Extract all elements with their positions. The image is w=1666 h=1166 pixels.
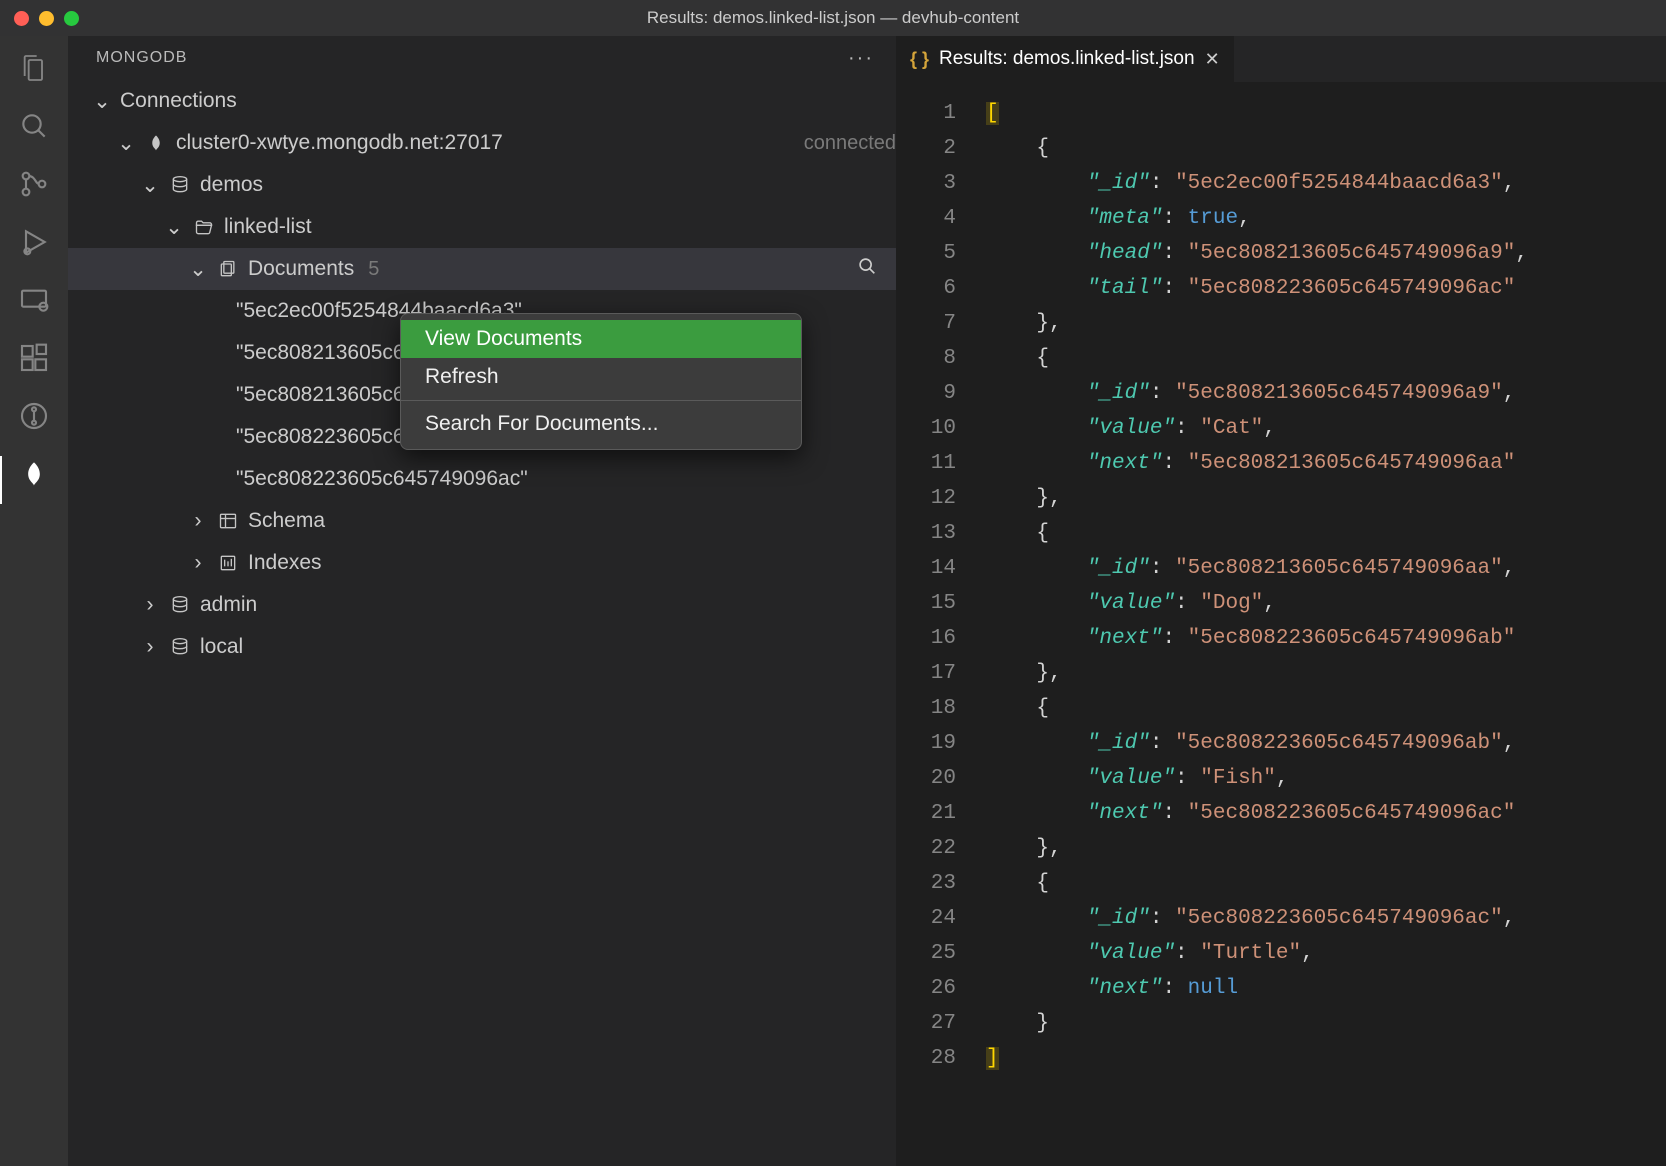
run-debug-icon[interactable] [16, 224, 52, 260]
database-icon [168, 637, 192, 657]
menu-refresh[interactable]: Refresh [401, 358, 801, 396]
extensions-icon[interactable] [16, 340, 52, 376]
chevron-down-icon: ⌄ [140, 173, 160, 198]
explorer-icon[interactable] [16, 50, 52, 86]
tree-indexes[interactable]: › Indexes [68, 542, 896, 584]
tree-doc[interactable]: "5ec808223605c645749096ac" [68, 458, 896, 500]
chevron-right-icon: › [140, 593, 160, 617]
schema-icon [216, 511, 240, 531]
connections-label: Connections [120, 89, 896, 113]
chevron-down-icon: ⌄ [116, 131, 136, 156]
editor[interactable]: 1234567891011121314151617181920212223242… [896, 82, 1666, 1166]
folder-open-icon [192, 217, 216, 237]
schema-label: Schema [248, 509, 896, 533]
editor-content[interactable]: [ { "_id": "5ec2ec00f5254844baacd6a3", "… [986, 96, 1666, 1166]
tree-documents[interactable]: ⌄ Documents 5 [68, 248, 896, 290]
documents-count: 5 [368, 258, 379, 281]
line-numbers: 1234567891011121314151617181920212223242… [896, 96, 986, 1166]
sidebar-more-icon[interactable]: ··· [848, 47, 874, 70]
coll-linkedlist-label: linked-list [224, 215, 896, 239]
source-control-icon[interactable] [16, 166, 52, 202]
db-local-label: local [200, 635, 896, 659]
tree-db-local[interactable]: › local [68, 626, 896, 668]
window-title: Results: demos.linked-list.json — devhub… [647, 8, 1019, 28]
tab-results[interactable]: { } Results: demos.linked-list.json ✕ [896, 36, 1235, 82]
context-menu: View Documents Refresh Search For Docume… [400, 313, 802, 450]
minimize-window-button[interactable] [39, 11, 54, 26]
documents-label: Documents [248, 257, 354, 281]
indexes-icon [216, 553, 240, 573]
sidebar-title: MONGODB [96, 49, 187, 67]
chevron-right-icon: › [188, 551, 208, 575]
search-icon[interactable] [16, 108, 52, 144]
tree-db-admin[interactable]: › admin [68, 584, 896, 626]
sidebar-header: MONGODB ··· [68, 36, 896, 80]
database-icon [168, 595, 192, 615]
maximize-window-button[interactable] [64, 11, 79, 26]
tree-collection-linkedlist[interactable]: ⌄ linked-list [68, 206, 896, 248]
tab-label: Results: demos.linked-list.json [939, 48, 1195, 70]
doc-id: "5ec808223605c645749096ac" [236, 467, 896, 491]
sidebar: MONGODB ··· ⌄ Connections ⌄ cluster0-xwt… [68, 36, 896, 1166]
search-documents-icon[interactable] [856, 255, 878, 283]
editor-group: { } Results: demos.linked-list.json ✕ 12… [896, 36, 1666, 1166]
tree: ⌄ Connections ⌄ cluster0-xwtye.mongodb.n… [68, 80, 896, 1166]
db-demos-label: demos [200, 173, 896, 197]
connection-status: connected [804, 132, 896, 155]
mongodb-icon[interactable] [16, 456, 52, 492]
menu-separator [401, 400, 801, 401]
chevron-down-icon: ⌄ [92, 89, 112, 114]
tree-schema[interactable]: › Schema [68, 500, 896, 542]
indexes-label: Indexes [248, 551, 896, 575]
editor-tabs: { } Results: demos.linked-list.json ✕ [896, 36, 1666, 82]
window-controls [14, 11, 79, 26]
git-graph-icon[interactable] [16, 398, 52, 434]
menu-view-documents[interactable]: View Documents [401, 320, 801, 358]
json-file-icon: { } [910, 49, 929, 70]
activity-bar [0, 36, 68, 1166]
chevron-right-icon: › [140, 635, 160, 659]
mongodb-leaf-icon [144, 134, 168, 152]
tree-db-demos[interactable]: ⌄ demos [68, 164, 896, 206]
tree-connection[interactable]: ⌄ cluster0-xwtye.mongodb.net:27017 conne… [68, 122, 896, 164]
database-icon [168, 175, 192, 195]
chevron-down-icon: ⌄ [164, 215, 184, 240]
close-tab-icon[interactable]: ✕ [1205, 49, 1220, 70]
chevron-down-icon: ⌄ [188, 257, 208, 282]
titlebar: Results: demos.linked-list.json — devhub… [0, 0, 1666, 36]
remote-icon[interactable] [16, 282, 52, 318]
tree-connections[interactable]: ⌄ Connections [68, 80, 896, 122]
menu-search-documents[interactable]: Search For Documents... [401, 405, 801, 443]
documents-icon [216, 259, 240, 279]
chevron-right-icon: › [188, 509, 208, 533]
close-window-button[interactable] [14, 11, 29, 26]
db-admin-label: admin [200, 593, 896, 617]
connection-host: cluster0-xwtye.mongodb.net:27017 [176, 131, 786, 155]
